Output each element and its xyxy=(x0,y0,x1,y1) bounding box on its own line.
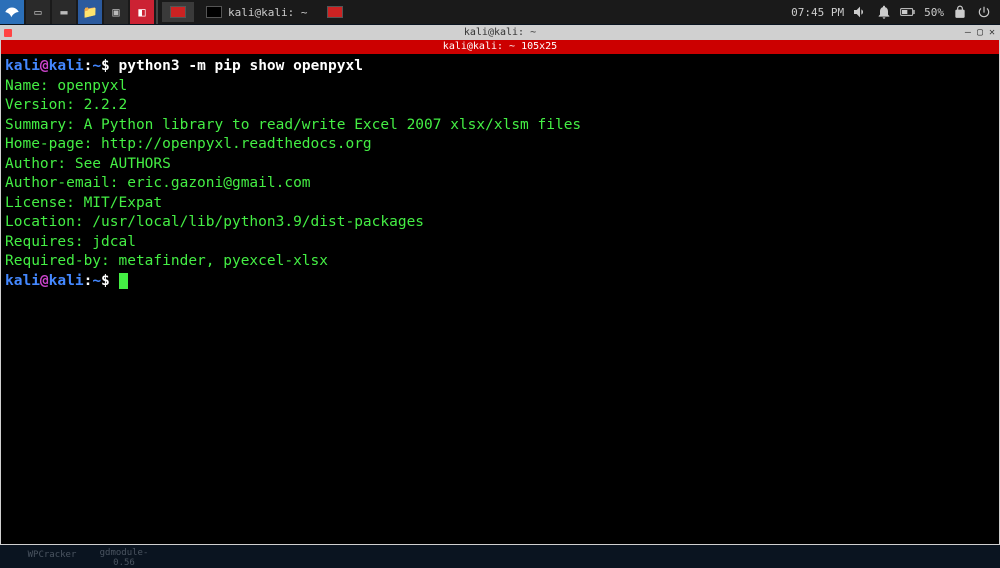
panel-left: ▭ ▬ 📁 ▣ ◧ kali@kali: ~ xyxy=(0,0,351,24)
output-line: Location: /usr/local/lib/python3.9/dist-… xyxy=(5,213,995,233)
taskbar-window-label: kali@kali: ~ xyxy=(228,6,307,19)
prompt-host: kali xyxy=(49,58,84,74)
kali-menu-icon[interactable] xyxy=(0,0,24,24)
top-panel: ▭ ▬ 📁 ▣ ◧ kali@kali: ~ 07:45 PM 50% xyxy=(0,0,1000,24)
prompt-at: @ xyxy=(40,58,49,74)
show-desktop-icon[interactable]: ▬ xyxy=(52,0,76,24)
minimize-button[interactable]: — xyxy=(965,26,971,40)
terminal-body[interactable]: kali@kali:~$ python3 -m pip show openpyx… xyxy=(1,54,999,544)
prompt-path: ~ xyxy=(92,58,101,74)
panel-right: 07:45 PM 50% xyxy=(791,4,1000,20)
maximize-button[interactable]: ▢ xyxy=(977,26,983,40)
output-line: License: MIT/Expat xyxy=(5,194,995,214)
taskbar-window-terminal[interactable]: kali@kali: ~ xyxy=(198,2,315,22)
clock[interactable]: 07:45 PM xyxy=(791,6,844,19)
file-manager-icon[interactable]: 📁 xyxy=(78,0,102,24)
terminal-tab-label: kali@kali: ~ 105x25 xyxy=(443,41,557,52)
desktop-icon-label: WPCracker xyxy=(20,550,84,560)
prompt-user: kali xyxy=(5,58,40,74)
battery-percent: 50% xyxy=(924,6,944,19)
output-line: Home-page: http://openpyxl.readthedocs.o… xyxy=(5,135,995,155)
volume-icon[interactable] xyxy=(852,4,868,20)
power-icon[interactable] xyxy=(976,4,992,20)
prompt-dollar: $ xyxy=(101,58,110,74)
terminal-window: kali@kali: ~ — ▢ ✕ kali@kali: ~ 105x25 k… xyxy=(0,25,1000,545)
output-line: Summary: A Python library to read/write … xyxy=(5,116,995,136)
terminal-tab[interactable]: kali@kali: ~ 105x25 xyxy=(1,40,999,54)
cursor xyxy=(119,273,128,289)
taskbar-window-3[interactable] xyxy=(319,2,351,22)
notifications-icon[interactable] xyxy=(876,4,892,20)
output-line: Version: 2.2.2 xyxy=(5,96,995,116)
output-line: Author: See AUTHORS xyxy=(5,155,995,175)
prompt-line-2: kali@kali:~$ xyxy=(5,272,995,292)
desktop-icon-label: gdmodule-0.56 xyxy=(92,548,156,568)
separator-icon xyxy=(156,0,158,24)
terminal-titlebar[interactable]: kali@kali: ~ — ▢ ✕ xyxy=(1,26,999,40)
command-text: python3 -m pip show openpyxl xyxy=(119,58,363,74)
output-line: Requires: jdcal xyxy=(5,233,995,253)
app-icon[interactable]: ◧ xyxy=(130,0,154,24)
lock-icon[interactable] xyxy=(952,4,968,20)
prompt-colon: : xyxy=(84,58,93,74)
titlebar-controls: — ▢ ✕ xyxy=(965,26,995,40)
taskbar-window-1[interactable] xyxy=(162,2,194,22)
window-swatch-icon xyxy=(206,6,222,18)
output-line: Author-email: eric.gazoni@gmail.com xyxy=(5,174,995,194)
output-line: Required-by: metafinder, pyexcel-xlsx xyxy=(5,252,995,272)
close-button[interactable]: ✕ xyxy=(989,26,995,40)
window-swatch-icon xyxy=(327,6,343,18)
terminal-title: kali@kali: ~ xyxy=(464,27,536,38)
prompt-line: kali@kali:~$ python3 -m pip show openpyx… xyxy=(5,57,995,77)
window-list-icon[interactable]: ▭ xyxy=(26,0,50,24)
battery-icon[interactable] xyxy=(900,4,916,20)
terminal-launcher-icon[interactable]: ▣ xyxy=(104,0,128,24)
output-line: Name: openpyxl xyxy=(5,77,995,97)
titlebar-menu-icon[interactable] xyxy=(4,29,12,37)
window-swatch-icon xyxy=(170,6,186,18)
